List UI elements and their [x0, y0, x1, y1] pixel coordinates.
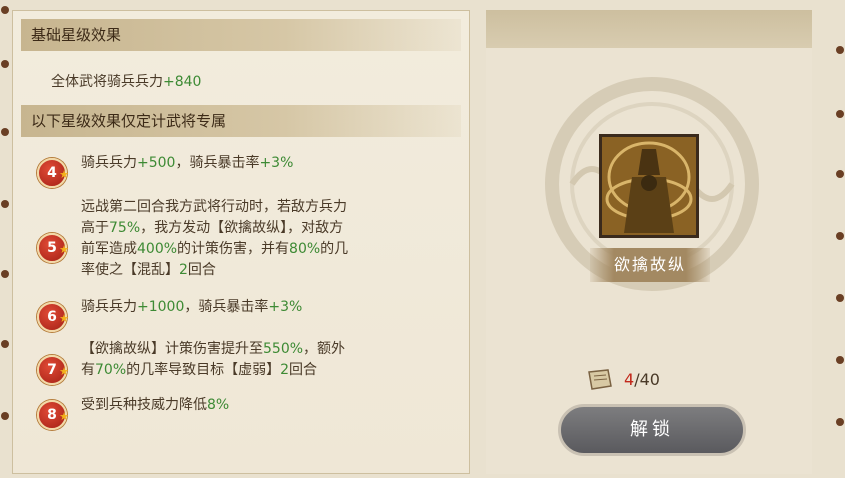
star-level-number: 6 — [47, 309, 57, 325]
effect-text-segment: +3% — [259, 155, 294, 171]
left-binder-edge — [0, 0, 10, 478]
strategy-panel: 欲擒故纵 4/40 解锁 — [486, 10, 812, 474]
star-level-number: 7 — [47, 362, 57, 378]
effect-text-segment: 的几 — [320, 241, 349, 257]
binder-hole — [1, 412, 9, 420]
effect-text-segment: +1000 — [137, 299, 185, 315]
effect-text-segment: 8% — [207, 397, 230, 413]
star-icon: ★ — [59, 410, 69, 423]
effect-text-segment: 70% — [95, 362, 127, 378]
star-level-badge: 5 ★ — [37, 233, 69, 263]
base-effect-value: +840 — [163, 74, 202, 90]
star-effect-line: 骑兵兵力+1000，骑兵暴击率+3% — [81, 297, 302, 318]
star-level-badge: 8 ★ — [37, 400, 69, 430]
star-icon: ★ — [59, 365, 69, 378]
star-effect-line: 率使之【混乱】2回合 — [81, 260, 216, 281]
star-level-number: 5 — [47, 240, 57, 256]
binder-hole — [836, 294, 844, 302]
star-level-number: 8 — [47, 407, 57, 423]
star-effect-line: 【欲擒故纵】计策伤害提升至550%，额外 — [81, 339, 345, 360]
base-effect-label: 全体武将骑兵兵力 — [51, 74, 163, 90]
effect-text-segment: 率使之【混乱】 — [81, 262, 179, 278]
effect-text-segment: 前军造成 — [81, 241, 137, 257]
binder-hole — [836, 232, 844, 240]
star-level-badge: 4 ★ — [37, 158, 69, 188]
effect-text-segment: +500 — [137, 155, 176, 171]
star-effect-line: 有70%的几率导致目标【虚弱】2回合 — [81, 360, 317, 381]
effect-text-segment: 80% — [289, 241, 321, 257]
right-binder-edge — [835, 0, 845, 478]
star-effect-line: 骑兵兵力+500，骑兵暴击率+3% — [81, 153, 293, 174]
binder-hole — [1, 340, 9, 348]
effect-text-segment: 高于 — [81, 220, 109, 236]
star-level-badge: 7 ★ — [37, 355, 69, 385]
unlock-button[interactable]: 解锁 — [558, 404, 746, 456]
binder-hole — [1, 128, 9, 136]
binder-hole — [836, 110, 844, 118]
effect-text-segment: 的几率导致目标【虚弱】 — [126, 362, 281, 378]
effect-text-segment: 【欲擒故纵】计策伤害提升至 — [81, 341, 263, 357]
effect-text-segment: ，骑兵暴击率 — [184, 299, 269, 315]
effect-text-segment: 400% — [137, 241, 178, 257]
strategy-name: 欲擒故纵 — [590, 248, 710, 282]
binder-hole — [1, 60, 9, 68]
effect-text-segment: 回合 — [187, 262, 216, 278]
strategy-card[interactable] — [599, 134, 699, 238]
star-icon: ★ — [59, 168, 69, 181]
star-icon: ★ — [59, 312, 69, 325]
effect-text-segment: 75% — [109, 220, 141, 236]
binder-hole — [836, 46, 844, 54]
binder-hole — [1, 6, 9, 14]
star-level-number: 4 — [47, 165, 57, 181]
fragment-count: 4/40 — [624, 370, 660, 389]
binder-hole — [836, 170, 844, 178]
effect-text-segment: ，骑兵暴击率 — [175, 155, 260, 171]
effect-text-segment: 的计策伤害，并有 — [177, 241, 290, 257]
star-effect-line: 远战第二回合我方武将行动时，若敌方兵力 — [81, 197, 347, 218]
binder-hole — [1, 270, 9, 278]
base-effect-text: 全体武将骑兵兵力+840 — [51, 71, 201, 91]
binder-hole — [836, 418, 844, 426]
star-level-badge: 6 ★ — [37, 302, 69, 332]
star-effect-line: 高于75%，我方发动【欲擒故纵】，对敌方 — [81, 218, 343, 239]
effect-text-segment: 远战第二回合我方武将行动时，若敌方兵力 — [81, 199, 347, 215]
star-effect-line: 前军造成400%的计策伤害，并有80%的几 — [81, 239, 348, 260]
effect-text-segment: 回合 — [289, 362, 318, 378]
effect-text-segment: 2 — [179, 262, 188, 278]
right-header-bar — [486, 10, 812, 48]
effect-text-segment: 有 — [81, 362, 95, 378]
fragment-total: 40 — [639, 370, 660, 389]
general-portrait-icon — [602, 137, 696, 235]
effect-text-segment: 骑兵兵力 — [81, 155, 137, 171]
fragment-current: 4 — [624, 370, 635, 389]
binder-hole — [1, 200, 9, 208]
effect-text-segment: 550% — [263, 341, 304, 357]
star-effect-line: 受到兵种技威力降低8% — [81, 395, 229, 416]
effect-text-segment: ，额外 — [303, 341, 346, 357]
star-effects-panel[interactable]: 基础星级效果 全体武将骑兵兵力+840 以下星级效果仅定计武将专属 4 ★ 骑兵兵力… — [12, 10, 470, 474]
effect-text-segment: 2 — [280, 362, 290, 378]
exclusive-effects-header: 以下星级效果仅定计武将专属 — [21, 105, 461, 137]
base-effects-header: 基础星级效果 — [21, 19, 461, 51]
effect-text-segment: 受到兵种技威力降低 — [81, 397, 207, 413]
star-icon: ★ — [59, 243, 69, 256]
effect-text-segment: +3% — [268, 299, 303, 315]
binder-hole — [836, 356, 844, 364]
effect-text-segment: 骑兵兵力 — [81, 299, 137, 315]
effect-text-segment: ，我方发动【欲擒故纵】，对敌方 — [140, 220, 344, 236]
scroll-icon — [588, 369, 612, 390]
